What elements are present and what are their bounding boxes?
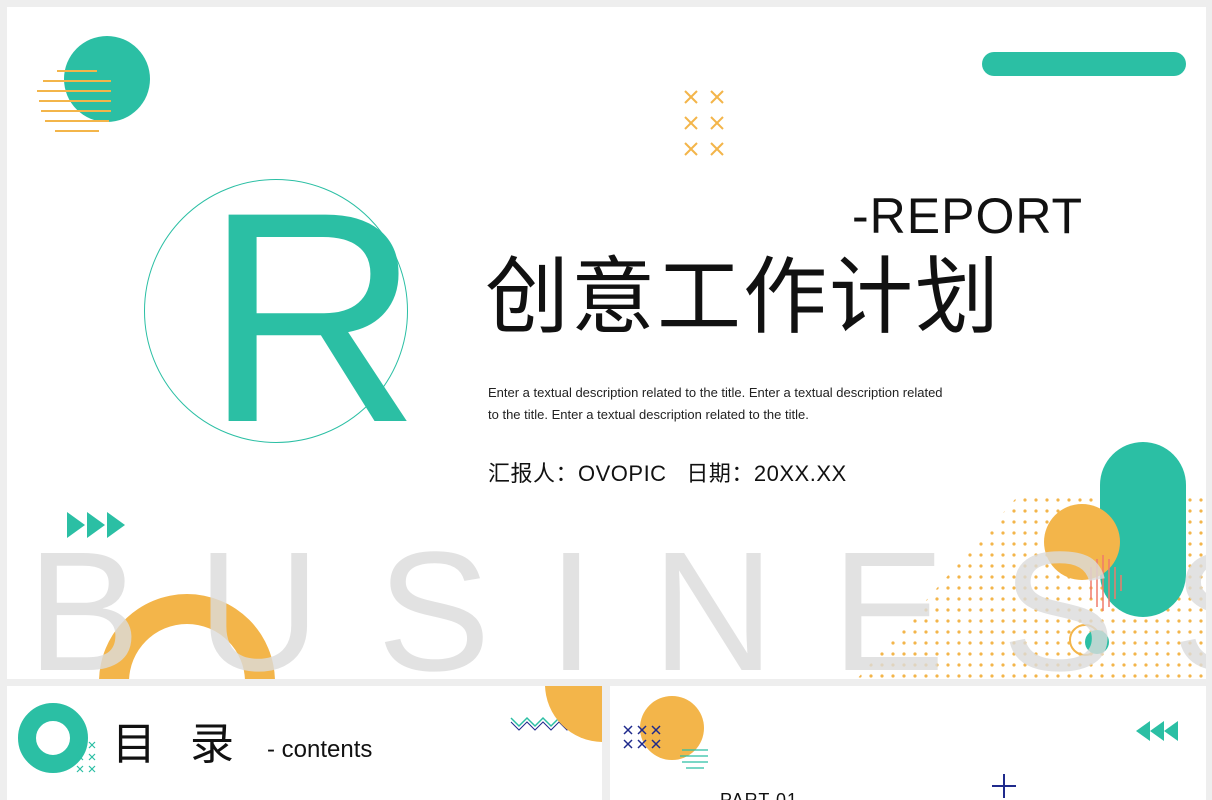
teal-ring-decoration: [18, 703, 96, 773]
background-word: BUSINESS: [27, 517, 1206, 679]
part-label: PART 01: [720, 790, 799, 800]
title-slide: R -REPORT 创意工作计划 Enter a textual descrip…: [7, 7, 1206, 679]
title-description: Enter a textual description related to t…: [488, 385, 943, 422]
plus-icon: [992, 774, 1016, 798]
reporter-date-line: 汇报人：OVOPIC 日期：20XX.XX: [488, 461, 847, 486]
contents-subtitle: - contents: [267, 736, 373, 763]
part-slide-thumbnail[interactable]: PART 01: [610, 686, 1206, 800]
teal-pill-bar: [982, 52, 1186, 76]
teal-circle-stripes-decoration: [37, 36, 150, 132]
report-label: -REPORT: [852, 188, 1084, 244]
contents-slide-thumbnail[interactable]: 目 录 - contents: [7, 686, 602, 800]
orange-circle: [545, 686, 602, 742]
page-title: 创意工作计划: [485, 248, 1002, 346]
x-marks-decoration: [684, 90, 724, 156]
big-letter-r: R: [204, 149, 421, 485]
contents-title: 目 录: [112, 719, 244, 770]
left-triangles-icon: [1136, 721, 1178, 741]
orange-circle-decoration: [623, 696, 708, 769]
